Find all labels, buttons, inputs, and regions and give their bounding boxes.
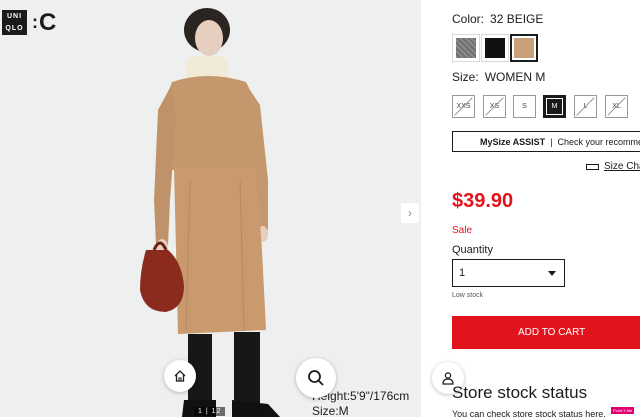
quantity-label: Quantity: [452, 244, 493, 256]
size-chip-l[interactable]: L: [574, 95, 597, 118]
product-price: $39.90: [452, 190, 514, 212]
product-info-panel: Color: 32 BEIGE Size: WOMEN M XXS XS S M L…: [452, 0, 640, 417]
search-icon: [308, 370, 324, 386]
size-chip-label: L: [583, 103, 588, 110]
product-image-gallery[interactable]: UNI QLO : C › 1 | 12 Height:5'9"/176cm S…: [0, 0, 421, 417]
size-chip-label: XS: [489, 103, 500, 110]
color-label-text: Color:: [452, 12, 485, 26]
home-button[interactable]: [164, 360, 196, 392]
add-to-cart-button[interactable]: ADD TO CART: [452, 316, 640, 349]
store-stock-description: You can check store stock status here.: [452, 409, 606, 417]
size-chip-xl[interactable]: XL: [605, 95, 628, 118]
image-counter: 1 | 12: [194, 407, 226, 416]
color-selector-label: Color: 32 BEIGE: [452, 12, 543, 26]
search-button[interactable]: [296, 358, 336, 398]
add-to-cart-label: ADD TO CART: [518, 327, 586, 338]
store-stock-title: Store stock status: [452, 383, 588, 402]
mysize-assist-button[interactable]: MySize ASSIST | Check your recommended s…: [452, 131, 640, 152]
size-value: WOMEN M: [484, 70, 546, 84]
size-chip-xxs[interactable]: XXS: [452, 95, 475, 118]
logo-colon: :: [32, 12, 38, 32]
mysize-text: Check your recommended size: [557, 136, 640, 147]
stock-status: Low stock: [452, 292, 484, 299]
swatch-black-fill: [485, 38, 505, 58]
size-chart-text: Size Chart: [604, 161, 640, 172]
size-chip-m[interactable]: M: [543, 95, 566, 118]
size-chip-label: S: [522, 103, 527, 110]
swatch-beige[interactable]: [510, 34, 538, 62]
swatch-black[interactable]: [481, 34, 509, 62]
color-value: 32 BEIGE: [490, 12, 544, 26]
logo-text-top: UNI: [6, 13, 23, 20]
size-label-text: Size:: [452, 70, 479, 84]
quantity-select[interactable]: 1: [452, 259, 565, 287]
swatch-gray[interactable]: [452, 34, 480, 62]
product-photo-model: [140, 8, 280, 417]
size-chip-xs[interactable]: XS: [483, 95, 506, 118]
model-size: Size:M: [312, 404, 349, 417]
mysize-separator: |: [550, 136, 553, 147]
next-image-button[interactable]: ›: [401, 203, 419, 223]
logo-text-bottom: QLO: [5, 25, 24, 32]
swatch-beige-fill: [514, 38, 534, 58]
size-chart-link[interactable]: Size Chart: [586, 161, 640, 172]
uniqlo-logo-box: UNI QLO: [2, 10, 27, 35]
chevron-right-icon: ›: [408, 206, 412, 220]
sale-badge: Sale: [452, 225, 473, 236]
size-chip-label: XXS: [456, 103, 471, 110]
mysize-brand: MySize ASSIST: [480, 136, 546, 147]
logo-c: C: [39, 8, 57, 36]
size-selector-label: Size: WOMEN M: [452, 70, 545, 84]
home-icon: [174, 370, 186, 382]
feedback-tab[interactable]: Point 3 Me: [611, 407, 635, 414]
brand-logo[interactable]: UNI QLO : C: [2, 10, 56, 35]
ruler-icon: [586, 163, 599, 170]
size-chip-label: XL: [612, 103, 621, 110]
quantity-value: 1: [459, 267, 466, 279]
size-chip-s[interactable]: S: [513, 95, 536, 118]
chevron-down-icon: [548, 270, 556, 276]
size-chip-label: M: [551, 103, 558, 110]
swatch-gray-fill: [456, 38, 476, 58]
